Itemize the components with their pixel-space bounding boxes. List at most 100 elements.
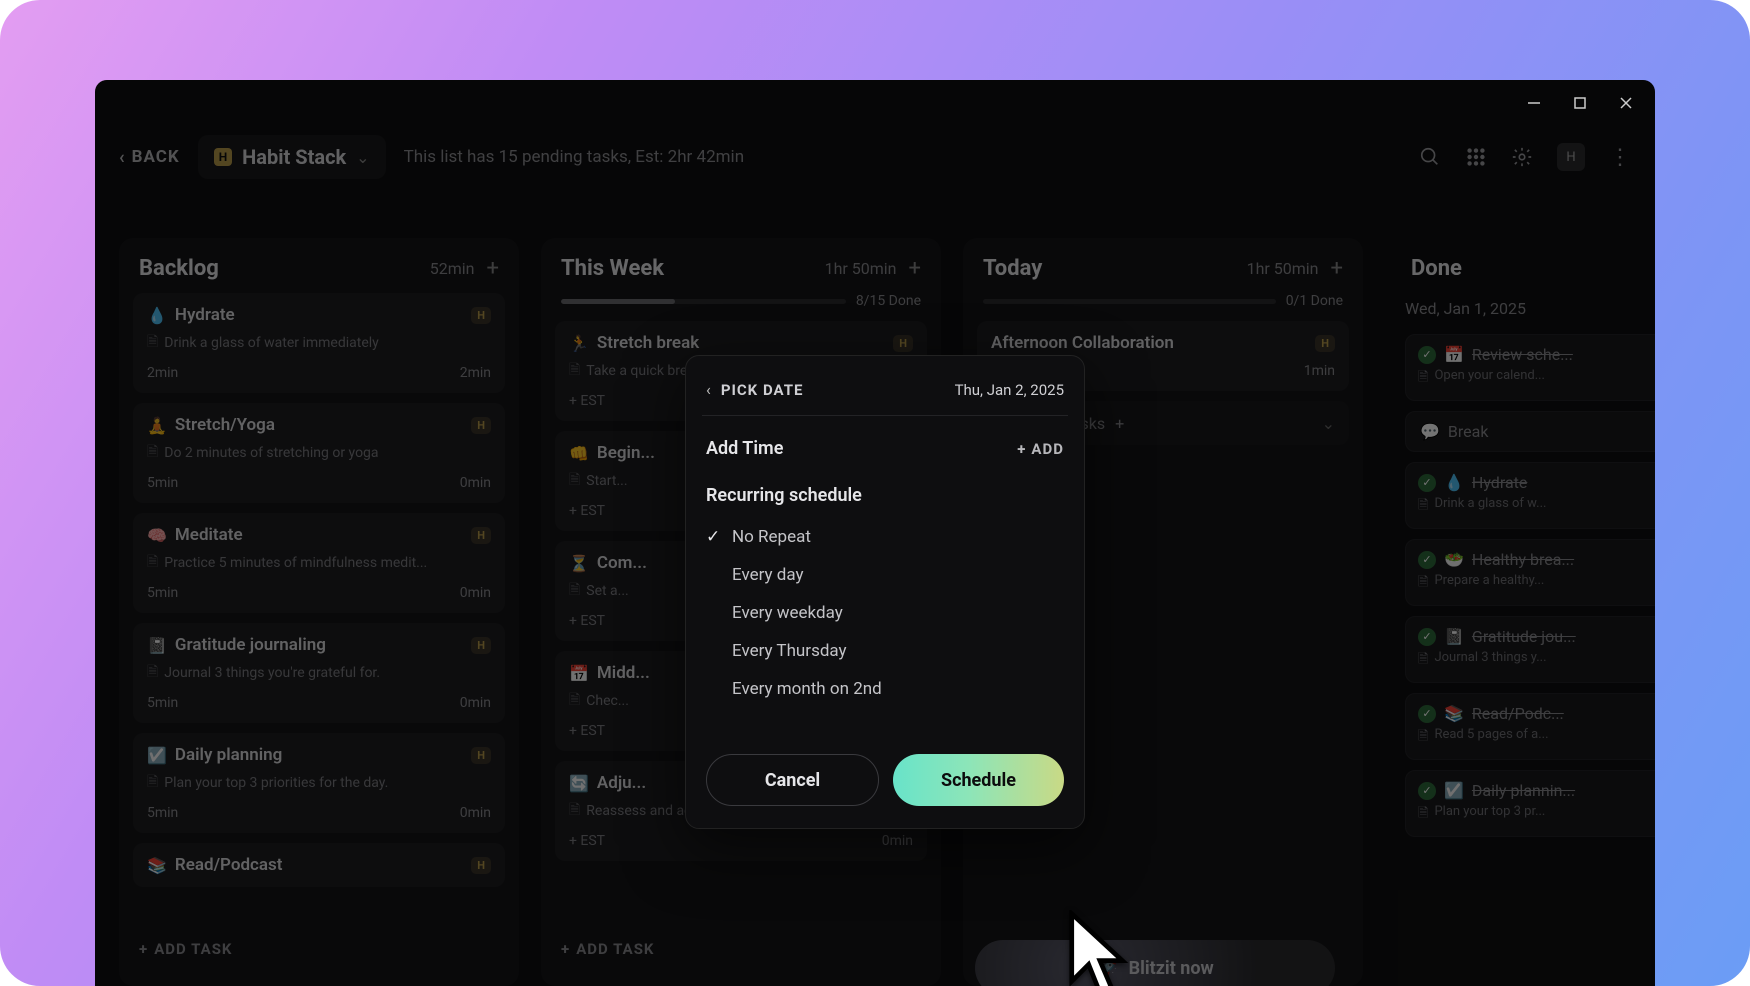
header: ‹ BACK H Habit Stack ⌄ This list has 15 …	[95, 80, 1655, 190]
recurring-option[interactable]: Every month on 2nd	[706, 670, 1064, 708]
card-left-meta[interactable]: + EST	[569, 393, 605, 409]
close-button[interactable]	[1617, 94, 1635, 112]
card-left-meta[interactable]: + EST	[569, 503, 605, 519]
column-estimate: 52min	[430, 259, 475, 278]
column-title: Done	[1411, 256, 1462, 281]
task-card[interactable]: 🧘 Stretch/Yoga H 🗎Do 2 minutes of stretc…	[133, 403, 505, 503]
recurring-title: Recurring schedule	[706, 485, 1064, 506]
more-menu-icon[interactable]: ⋮	[1609, 145, 1631, 170]
done-title: Read/Podc...	[1472, 704, 1564, 723]
card-icon: 🥗	[1444, 550, 1464, 569]
column-title: Backlog	[139, 256, 219, 281]
card-icon: ⏳	[569, 554, 589, 573]
app-window: ‹ BACK H Habit Stack ⌄ This list has 15 …	[95, 80, 1655, 986]
progress-bar	[983, 299, 1276, 304]
card-left-meta[interactable]: + EST	[569, 613, 605, 629]
divider	[702, 415, 1068, 416]
progress-label: 0/1 Done	[1286, 293, 1343, 309]
add-card-icon[interactable]: +	[1331, 256, 1343, 281]
done-subtitle: Prepare a healthy...	[1434, 573, 1544, 595]
option-label: Every day	[732, 565, 804, 585]
column-title: Today	[983, 256, 1042, 281]
note-icon: 🗎	[1418, 650, 1428, 672]
done-subtitle: Open your calend...	[1434, 368, 1545, 390]
card-badge: H	[471, 637, 491, 654]
card-left-meta: 5min	[147, 695, 178, 711]
recurring-option[interactable]: Every Thursday	[706, 632, 1064, 670]
done-item[interactable]: ✓ 📅 Review sche... 🗎Open your calend...	[1405, 334, 1655, 401]
note-icon: 🗎	[147, 331, 158, 355]
note-icon: 🗎	[569, 689, 580, 713]
done-item[interactable]: 💬Break	[1405, 411, 1655, 452]
card-icon: 📅	[1444, 345, 1464, 364]
done-subtitle: Plan your top 3 pr...	[1434, 804, 1545, 826]
card-subtitle: Journal 3 things you're grateful for.	[164, 665, 380, 681]
check-icon: ✓	[1418, 705, 1436, 723]
recurring-option[interactable]: Every weekday	[706, 594, 1064, 632]
chevron-left-icon: ‹	[119, 147, 126, 168]
card-icon: 👊	[569, 444, 589, 463]
schedule-modal: ‹ PICK DATE Thu, Jan 2, 2025 Add Time + …	[685, 355, 1085, 829]
note-icon: 🗎	[569, 469, 580, 493]
done-item[interactable]: ✓ 📚 Read/Podc... 🗎Read 5 pages of a...	[1405, 693, 1655, 760]
card-icon: 📓	[1444, 627, 1464, 646]
task-card[interactable]: ☑️ Daily planning H 🗎Plan your top 3 pri…	[133, 733, 505, 833]
progress-bar	[561, 299, 846, 304]
card-icon: 📓	[147, 636, 167, 655]
card-left-meta[interactable]: + EST	[569, 723, 605, 739]
option-label: Every weekday	[732, 603, 843, 623]
search-icon[interactable]	[1419, 146, 1441, 168]
schedule-button[interactable]: Schedule	[893, 754, 1064, 806]
card-icon: 🧠	[147, 526, 167, 545]
column-backlog: Backlog 52min + 💧 Hydrate H 🗎Drink a gla…	[119, 238, 519, 986]
card-left-meta: 2min	[147, 365, 178, 381]
note-icon: 🗎	[569, 579, 580, 603]
task-card[interactable]: 📓 Gratitude journaling H 🗎Journal 3 thin…	[133, 623, 505, 723]
done-subtitle: Read 5 pages of a...	[1434, 727, 1548, 749]
blitzit-now-button[interactable]: 🚀 Blitzit now	[975, 940, 1335, 986]
minimize-button[interactable]	[1525, 94, 1543, 112]
done-date: Wed, Jan 1, 2025	[1405, 299, 1655, 318]
done-item[interactable]: ✓ ☑️ Daily plannin... 🗎Plan your top 3 p…	[1405, 770, 1655, 837]
card-right-meta: 0min	[460, 695, 491, 711]
card-subtitle: Set a...	[586, 583, 628, 599]
card-icon: ☑️	[1444, 781, 1464, 800]
back-button[interactable]: ‹ BACK	[119, 147, 180, 168]
break-icon: 💬	[1420, 422, 1440, 441]
task-card[interactable]: 📚 Read/Podcast H	[133, 843, 505, 887]
plus-icon[interactable]: +	[1115, 414, 1124, 433]
done-subtitle: Drink a glass of w...	[1434, 496, 1546, 518]
card-right-meta: 0min	[460, 475, 491, 491]
add-task-label: ADD TASK	[154, 940, 232, 958]
recurring-option[interactable]: ✓No Repeat	[706, 518, 1064, 556]
pick-date-button[interactable]: ‹ PICK DATE	[706, 380, 803, 399]
done-subtitle: Journal 3 things y...	[1434, 650, 1546, 672]
add-task-button[interactable]: + ADD TASK	[133, 930, 505, 968]
done-item[interactable]: ✓ 🥗 Healthy brea... 🗎Prepare a healthy..…	[1405, 539, 1655, 606]
add-task-button[interactable]: + ADD TASK	[555, 930, 927, 968]
user-avatar[interactable]: H	[1557, 143, 1585, 171]
task-card[interactable]: 🧠 Meditate H 🗎Practice 5 minutes of mind…	[133, 513, 505, 613]
settings-gear-icon[interactable]	[1511, 146, 1533, 168]
add-card-icon[interactable]: +	[909, 256, 921, 281]
rocket-icon: 🚀	[1096, 958, 1118, 979]
card-left-meta: 5min	[147, 585, 178, 601]
task-card[interactable]: 💧 Hydrate H 🗎Drink a glass of water imme…	[133, 293, 505, 393]
done-item[interactable]: ✓ 💧 Hydrate 🗎Drink a glass of w...	[1405, 462, 1655, 529]
list-selector[interactable]: H Habit Stack ⌄	[198, 135, 386, 179]
note-icon: 🗎	[569, 359, 580, 383]
add-time-button[interactable]: + ADD	[1017, 440, 1064, 458]
apps-grid-icon[interactable]	[1465, 146, 1487, 168]
pick-date-label: PICK DATE	[721, 381, 804, 399]
cancel-button[interactable]: Cancel	[706, 754, 879, 806]
add-card-icon[interactable]: +	[487, 256, 499, 281]
card-left-meta[interactable]: + EST	[569, 833, 605, 849]
card-badge: H	[471, 417, 491, 434]
plus-icon: +	[1017, 440, 1026, 458]
maximize-button[interactable]	[1571, 94, 1589, 112]
card-title: Com...	[597, 553, 647, 573]
recurring-option[interactable]: Every day	[706, 556, 1064, 594]
done-title: Review sche...	[1472, 345, 1573, 364]
done-item[interactable]: ✓ 📓 Gratitude jou... 🗎Journal 3 things y…	[1405, 616, 1655, 683]
cancel-label: Cancel	[765, 770, 820, 791]
